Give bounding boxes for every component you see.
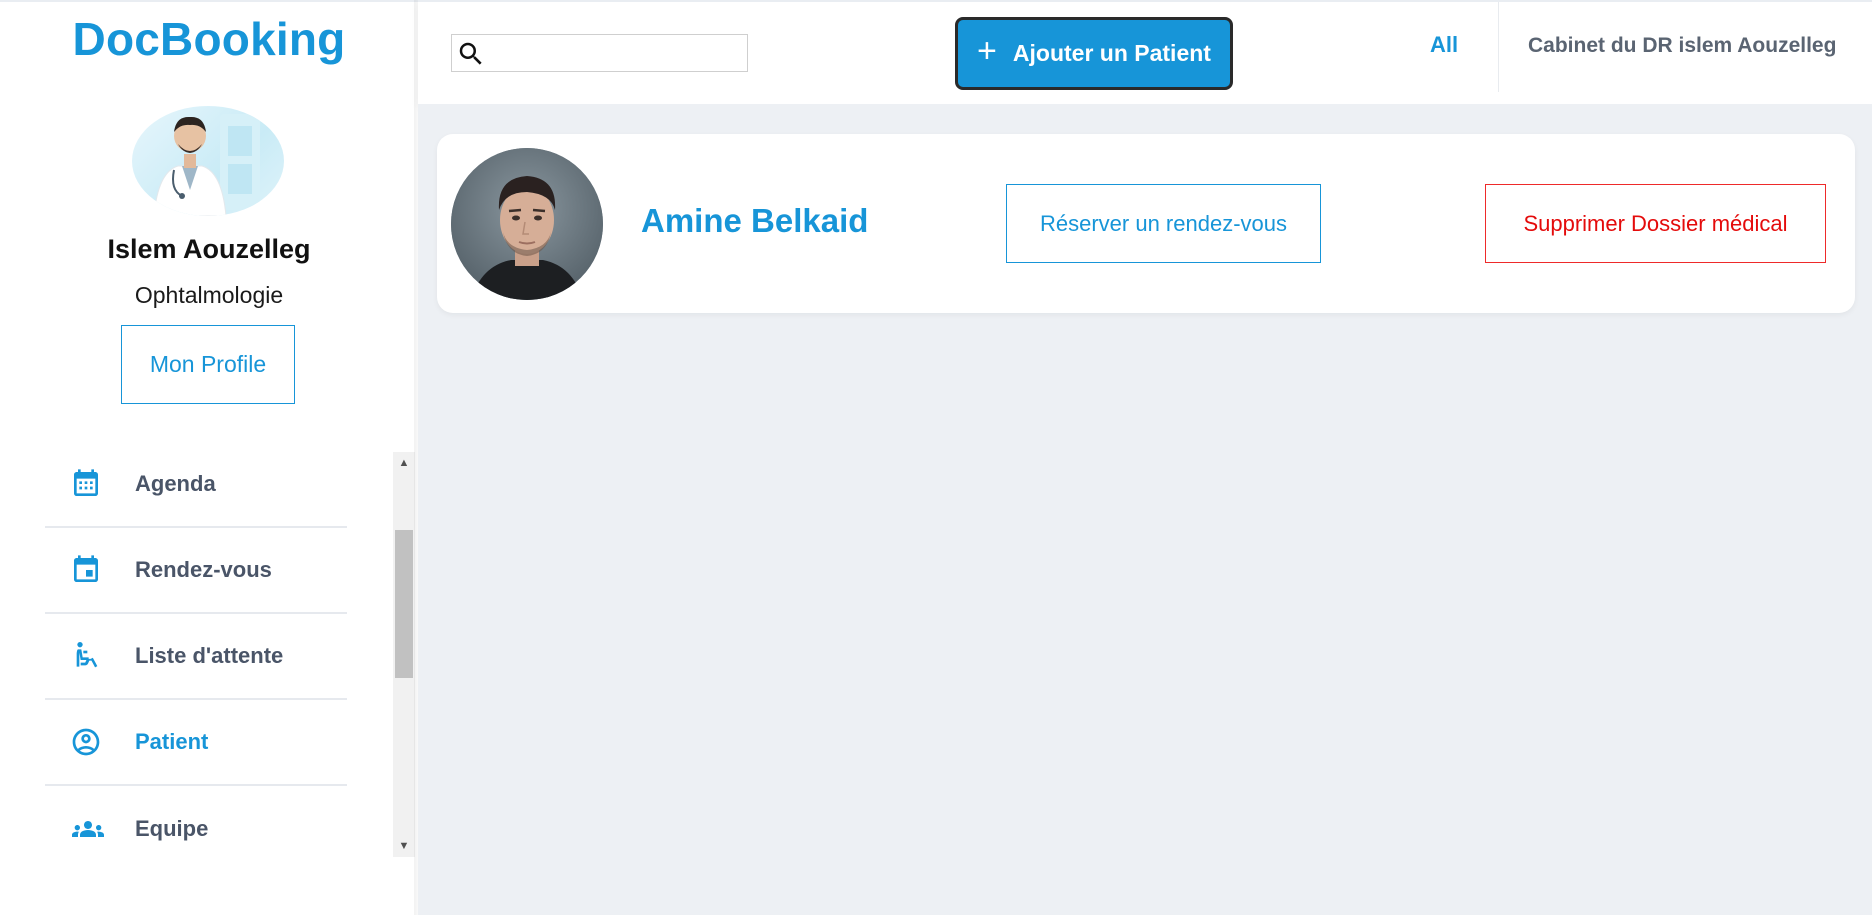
sidebar-nav: Agenda Rendez-vous Liste d'attente Patie… (45, 442, 347, 872)
sidebar-item-label: Rendez-vous (135, 557, 272, 582)
sidebar: DocBooking Islem Aouzelleg Ophtalmologie… (0, 0, 418, 915)
sidebar-scrollbar[interactable]: ▲ ▼ (393, 452, 415, 857)
sidebar-item-label: Liste d'attente (135, 643, 284, 668)
sidebar-item-label: Agenda (135, 471, 216, 496)
doctor-specialty: Ophtalmologie (134, 282, 284, 308)
main-content: Amine Belkaid Réserver un rendez-vous Su… (418, 104, 1872, 915)
sidebar-item-patient[interactable]: Patient (45, 700, 347, 786)
topbar-separator (1498, 2, 1499, 92)
sidebar-item-rendez-vous[interactable]: Rendez-vous (45, 528, 347, 614)
doctor-avatar-illustration (153, 114, 260, 216)
brand-logo[interactable]: DocBooking (0, 12, 418, 66)
sidebar-item-equipe[interactable]: Equipe (45, 786, 347, 872)
plus-icon: + (977, 32, 997, 70)
patient-avatar[interactable] (451, 148, 603, 300)
doctor-avatar (132, 106, 284, 216)
cabinet-menu[interactable]: Cabinet du DR islem Aouzelleg (1528, 34, 1836, 58)
my-profile-button[interactable]: Mon Profile (121, 325, 295, 404)
sidebar-item-label: Equipe (135, 816, 209, 841)
patient-name[interactable]: Amine Belkaid (641, 202, 868, 240)
patient-card: Amine Belkaid Réserver un rendez-vous Su… (437, 134, 1855, 313)
patient-photo-illustration (451, 148, 603, 300)
calendar-event-icon (70, 554, 102, 586)
delete-medical-record-button[interactable]: Supprimer Dossier médical (1485, 184, 1826, 263)
sidebar-item-agenda[interactable]: Agenda (45, 442, 347, 528)
search-box[interactable] (451, 34, 748, 72)
scrollbar-thumb[interactable] (395, 530, 413, 678)
doctor-name: Islem Aouzelleg (107, 234, 311, 264)
sidebar-item-label: Patient (135, 729, 209, 754)
scroll-down-arrow-icon[interactable]: ▼ (393, 835, 415, 857)
calendar-grid-icon (70, 468, 102, 500)
search-icon (456, 39, 486, 69)
top-bar: + Ajouter un Patient All Cabinet du DR i… (418, 0, 1872, 104)
add-patient-button[interactable]: + Ajouter un Patient (955, 17, 1233, 90)
add-patient-label: Ajouter un Patient (1012, 40, 1211, 66)
filter-all-link[interactable]: All (1430, 32, 1458, 58)
sidebar-item-liste-attente[interactable]: Liste d'attente (45, 614, 347, 700)
scroll-up-arrow-icon[interactable]: ▲ (393, 452, 415, 474)
wheelchair-icon (70, 640, 102, 672)
group-icon (70, 813, 104, 845)
search-input[interactable] (492, 37, 742, 69)
account-circle-icon (70, 726, 102, 758)
book-appointment-button[interactable]: Réserver un rendez-vous (1006, 184, 1321, 263)
app-root: DocBooking Islem Aouzelleg Ophtalmologie… (0, 0, 1872, 915)
